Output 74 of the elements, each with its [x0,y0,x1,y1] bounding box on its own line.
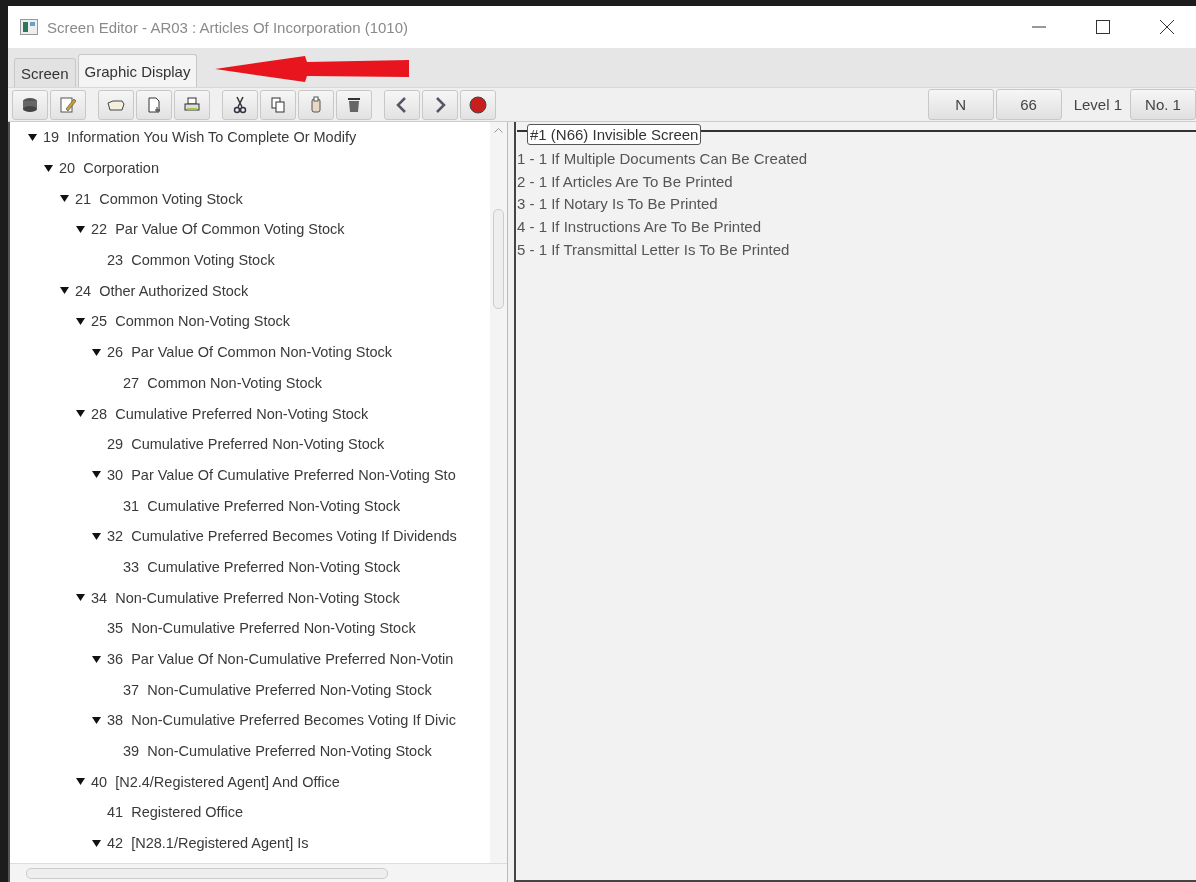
scroll-up-icon[interactable] [494,128,503,133]
tree-item[interactable]: 24 Other Authorized Stock [75,282,249,299]
group-title: #1 (N66) Invisible Screen [527,124,702,145]
cut-icon [231,95,249,114]
tree-item[interactable]: 33 Cumulative Preferred Non-Voting Stock [123,558,401,575]
disk-stack-icon [21,95,39,114]
copy-icon [269,95,287,114]
expanded-triangle-icon[interactable] [92,838,101,848]
tree-item[interactable]: 29 Cumulative Preferred Non-Voting Stock [107,436,385,453]
record-icon [469,95,487,114]
toolbar-button[interactable] [460,89,496,120]
pencil-page-icon [59,95,77,114]
close-icon[interactable] [1160,20,1174,34]
tree-item[interactable]: 25 Common Non-Voting Stock [91,313,291,330]
display-line: 3 - 1 If Notary Is To Be Printed [517,194,719,215]
tree-item[interactable]: 28 Cumulative Preferred Non-Voting Stock [91,405,369,422]
trash-icon [345,95,363,114]
tree-item[interactable]: 21 Common Voting Stock [75,190,243,207]
tree-item[interactable]: 41 Registered Office [107,804,243,821]
expanded-triangle-icon[interactable] [28,132,37,142]
tab[interactable]: Graphic Display [77,54,198,87]
toolbar-button[interactable]: 66 [995,89,1062,120]
new-page-icon [145,95,163,114]
display-line: 2 - 1 If Articles Are To Be Printed [517,171,734,192]
toolbar-button[interactable]: N [927,89,994,120]
tree-item[interactable]: 32 Cumulative Preferred Becomes Voting If Dividends [107,528,457,545]
tree-item[interactable]: 27 Common Non-Voting Stock [123,374,323,391]
tree-item[interactable]: 35 Non-Cumulative Preferred Non-Voting Stock [107,620,416,637]
tree-item[interactable]: 19 Information You Wish To Complete Or Modify [43,129,357,146]
expanded-triangle-icon[interactable] [76,224,85,234]
expanded-triangle-icon[interactable] [92,715,101,725]
tree-item[interactable]: 37 Non-Cumulative Preferred Non-Voting Stock [123,681,432,698]
horizontal-scrollbar[interactable] [10,863,507,882]
tree-item[interactable]: 42 [N28.1/Registered Agent] Is [107,835,309,852]
toolbar-button[interactable] [422,89,458,120]
expanded-triangle-icon[interactable] [92,470,101,480]
toolbar-button[interactable]: No. 1 [1130,89,1196,120]
app-icon [20,19,38,35]
expanded-triangle-icon[interactable] [76,593,85,603]
tree-item[interactable]: 23 Common Voting Stock [107,252,275,269]
expanded-triangle-icon[interactable] [76,316,85,326]
tree-item[interactable]: 26 Par Value Of Common Non-Voting Stock [107,344,393,361]
toolbar-button[interactable] [12,89,48,120]
expanded-triangle-icon[interactable] [76,777,85,787]
tree-item[interactable]: 22 Par Value Of Common Voting Stock [91,221,345,238]
toolbar-button[interactable] [384,89,420,120]
expanded-triangle-icon[interactable] [60,194,69,204]
tree-item[interactable]: 30 Par Value Of Cumulative Preferred Non-Voting Sto [107,466,456,483]
tree-item[interactable]: 36 Par Value Of Non-Cumulative Preferred Non-Votin [107,651,454,668]
toolbar-button[interactable] [222,89,258,120]
display-line: 4 - 1 If Instructions Are To Be Printed [517,217,762,238]
tree-item[interactable]: 39 Non-Cumulative Preferred Non-Voting Stock [123,743,432,760]
expanded-triangle-icon[interactable] [92,531,101,541]
expanded-triangle-icon[interactable] [92,654,101,664]
tab[interactable]: Screen [14,58,76,87]
scrollbar-thumb[interactable] [26,867,388,879]
tree-item[interactable]: 20 Corporation [59,160,159,177]
printer-icon [183,95,201,114]
tree-item[interactable]: 34 Non-Cumulative Preferred Non-Voting Stock [91,589,400,606]
tree-item[interactable]: 40 [N2.4/Registered Agent] And Office [91,773,340,790]
window-title: Screen Editor - AR03 : Articles Of Incorporation (1010) [47,18,408,36]
toolbar-button[interactable] [336,89,372,120]
scrollbar-thumb[interactable] [493,209,504,309]
expanded-triangle-icon[interactable] [60,286,69,296]
display-line: 5 - 1 If Transmittal Letter Is To Be Printed [517,239,791,260]
level-label: Level 1 [1072,96,1123,113]
expanded-triangle-icon[interactable] [44,163,53,173]
tree-item[interactable]: 31 Cumulative Preferred Non-Voting Stock [123,497,401,514]
expanded-triangle-icon[interactable] [76,409,85,419]
maximize-icon[interactable] [1096,20,1110,34]
vertical-scrollbar[interactable] [490,122,507,863]
tree-item[interactable]: 38 Non-Cumulative Preferred Becomes Voting If Divic [107,712,456,729]
expanded-triangle-icon[interactable] [92,347,101,357]
display-line: 1 - 1 If Multiple Documents Can Be Created [517,149,809,169]
